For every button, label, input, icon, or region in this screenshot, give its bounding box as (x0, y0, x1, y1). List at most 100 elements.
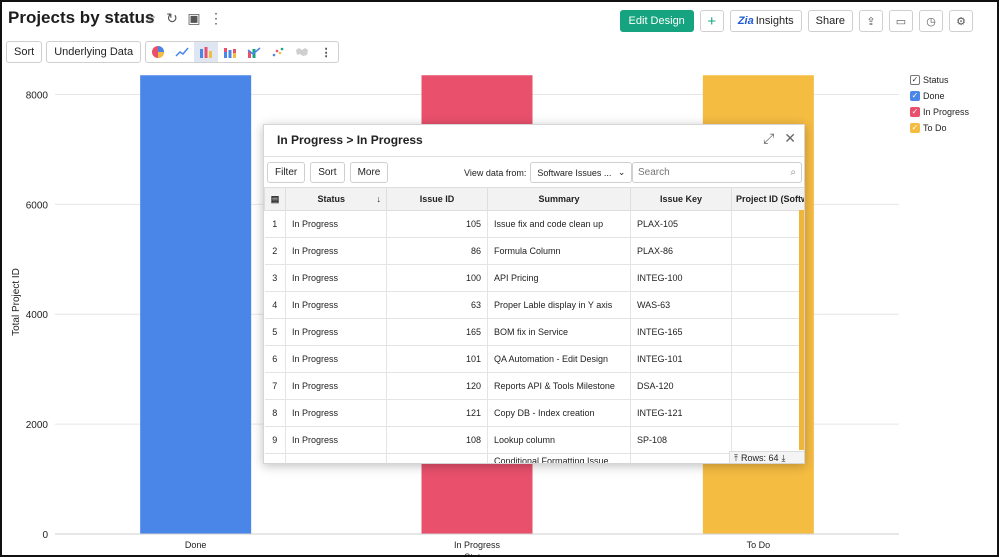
row-number: 1 (264, 210, 286, 238)
table-row[interactable]: 2 In Progress 86 Formula Column PLAX-86 … (264, 237, 804, 265)
alarm-icon[interactable]: ◷ (919, 10, 943, 32)
combo-chart-icon[interactable] (242, 42, 266, 62)
legend-item-done[interactable]: ✓ Done (910, 88, 969, 104)
y-tick-label: 4000 (26, 310, 49, 321)
vertical-scrollbar[interactable] (799, 210, 804, 450)
line-chart-icon[interactable] (170, 42, 194, 62)
cell-issue-key: DSA-120 (630, 372, 732, 400)
table-row[interactable]: 8 In Progress 121 Copy DB - Index creati… (264, 399, 804, 427)
add-button[interactable]: + (699, 10, 724, 32)
sort-button[interactable]: Sort (6, 41, 43, 63)
table-row[interactable]: 5 In Progress 165 BOM fix in Service INT… (264, 318, 804, 346)
cell-summary: Issue fix and code clean up (487, 210, 631, 238)
cell-issue-key: INTEG-165 (630, 318, 732, 346)
table-row[interactable]: 4 In Progress 63 Proper Lable display in… (264, 291, 804, 319)
search-icon[interactable]: ⌕ (790, 167, 796, 178)
sort-descending-icon[interactable]: ↓ (377, 194, 382, 204)
star-icon[interactable]: ☆ (142, 10, 158, 27)
settings-gear-icon[interactable]: ⚙ (949, 10, 973, 32)
map-chart-icon[interactable] (290, 42, 314, 62)
y-tick-label: 8000 (26, 90, 49, 101)
cell-project-id: 2 (731, 318, 804, 346)
column-header-summary[interactable]: Summary (487, 187, 631, 211)
cell-status: In Progress (285, 345, 387, 373)
cell-summary: API Pricing (487, 264, 631, 292)
search-box: ⌕ (632, 162, 802, 183)
cell-summary: Reports API & Tools Milestone (487, 372, 631, 400)
table-row[interactable]: 1 In Progress 105 Issue fix and code cle… (264, 210, 804, 238)
filter-button[interactable]: Filter (267, 162, 306, 183)
legend-item-label: In Progress (923, 107, 970, 117)
cell-issue-id: 105 (386, 210, 488, 238)
checkbox-icon[interactable]: ✓ (910, 91, 920, 101)
column-settings-icon[interactable]: ▤ (264, 187, 286, 211)
cell-summary: QA Automation - Edit Design (487, 345, 631, 373)
view-data-from: View data from: Software Issues ... ⌄ (464, 162, 633, 183)
more-vertical-icon[interactable]: ⋮ (208, 10, 224, 27)
cell-project-id: 2 (731, 426, 804, 454)
chevron-down-icon: ⌄ (617, 167, 626, 177)
table-row[interactable]: 9 In Progress 108 Lookup column SP-108 2 (264, 426, 804, 454)
cell-issue-key (630, 453, 732, 463)
edit-design-button[interactable]: Edit Design (619, 10, 694, 32)
cell-project-id: 2 (731, 399, 804, 427)
cell-summary: Proper Lable display in Y axis (487, 291, 631, 319)
legend-header[interactable]: ✓ Status (910, 72, 969, 88)
column-header-project-id[interactable]: Project ID (Softw (731, 187, 804, 211)
table-row[interactable]: 6 In Progress 101 QA Automation - Edit D… (264, 345, 804, 373)
save-icon[interactable]: ▣ (186, 10, 202, 27)
expand-icon[interactable]: ⤢ (763, 130, 774, 147)
insights-button[interactable]: Zia Insights (729, 10, 802, 32)
cell-issue-id: 100 (386, 264, 488, 292)
export-icon[interactable]: ⇪ (859, 10, 883, 32)
chart-type-selector: ⋮ (145, 41, 340, 63)
legend-item-to-do[interactable]: ✓ To Do (910, 120, 969, 136)
app-frame: Projects by status ☆ ↻ ▣ ⋮ Edit Design +… (0, 0, 999, 557)
more-options-icon[interactable]: ⋮ (314, 42, 338, 62)
comment-icon[interactable]: ▭ (889, 10, 913, 32)
row-number: 10 (264, 453, 286, 463)
stacked-bar-chart-icon[interactable] (218, 42, 242, 62)
cell-issue-id: 121 (386, 399, 488, 427)
checkbox-icon[interactable]: ✓ (910, 123, 920, 133)
cell-status: In Progress (285, 210, 387, 238)
cell-project-id: 2 (731, 264, 804, 292)
table-row[interactable]: 3 In Progress 100 API Pricing INTEG-100 … (264, 264, 804, 292)
column-header-issue-key[interactable]: Issue Key (630, 187, 732, 211)
chart-toolbar: Sort Underlying Data ⋮ (6, 41, 340, 63)
legend-item-in-progress[interactable]: ✓ In Progress (910, 104, 969, 120)
cell-status: In Progress (285, 426, 387, 454)
close-icon[interactable]: ✕ (784, 130, 796, 147)
cell-issue-key: WAS-63 (630, 291, 732, 319)
cell-issue-key: PLAX-86 (630, 237, 732, 265)
column-header-status[interactable]: Status ↓ (285, 187, 387, 211)
cell-issue-id: 101 (386, 345, 488, 373)
table-row[interactable]: 10 Conditional Formatting Issue (264, 453, 804, 463)
more-button[interactable]: More (349, 162, 389, 183)
scroll-top-icon[interactable]: ⤒ (734, 453, 738, 464)
search-input[interactable] (638, 167, 778, 178)
view-data-label: View data from: (464, 167, 527, 178)
share-button[interactable]: Share (807, 10, 853, 32)
bar-chart-icon[interactable] (194, 42, 219, 62)
popup-sort-button[interactable]: Sort (310, 162, 345, 183)
cell-project-id: 2 (731, 291, 804, 319)
pie-chart-icon[interactable] (146, 42, 170, 62)
column-header-issue-id[interactable]: Issue ID (386, 187, 488, 211)
underlying-data-popup: In Progress > In Progress ⤢ ✕ Filter Sor… (263, 124, 805, 464)
table-row[interactable]: 7 In Progress 120 Reports API & Tools Mi… (264, 372, 804, 400)
scroll-bottom-icon[interactable]: ⤓ (782, 453, 786, 464)
checkbox-icon[interactable]: ✓ (910, 107, 920, 117)
view-data-select[interactable]: Software Issues ... ⌄ (530, 162, 633, 183)
divider (264, 156, 804, 157)
scatter-chart-icon[interactable] (266, 42, 290, 62)
checkbox-icon[interactable]: ✓ (910, 75, 920, 85)
refresh-icon[interactable]: ↻ (164, 10, 180, 27)
popup-toolbar: Filter Sort More (267, 162, 389, 183)
bar-done (140, 75, 252, 534)
cell-summary: Copy DB - Index creation (487, 399, 631, 427)
cell-issue-key: INTEG-121 (630, 399, 732, 427)
underlying-data-button[interactable]: Underlying Data (46, 41, 142, 63)
cell-issue-id: 120 (386, 372, 488, 400)
cell-issue-key: SP-108 (630, 426, 732, 454)
